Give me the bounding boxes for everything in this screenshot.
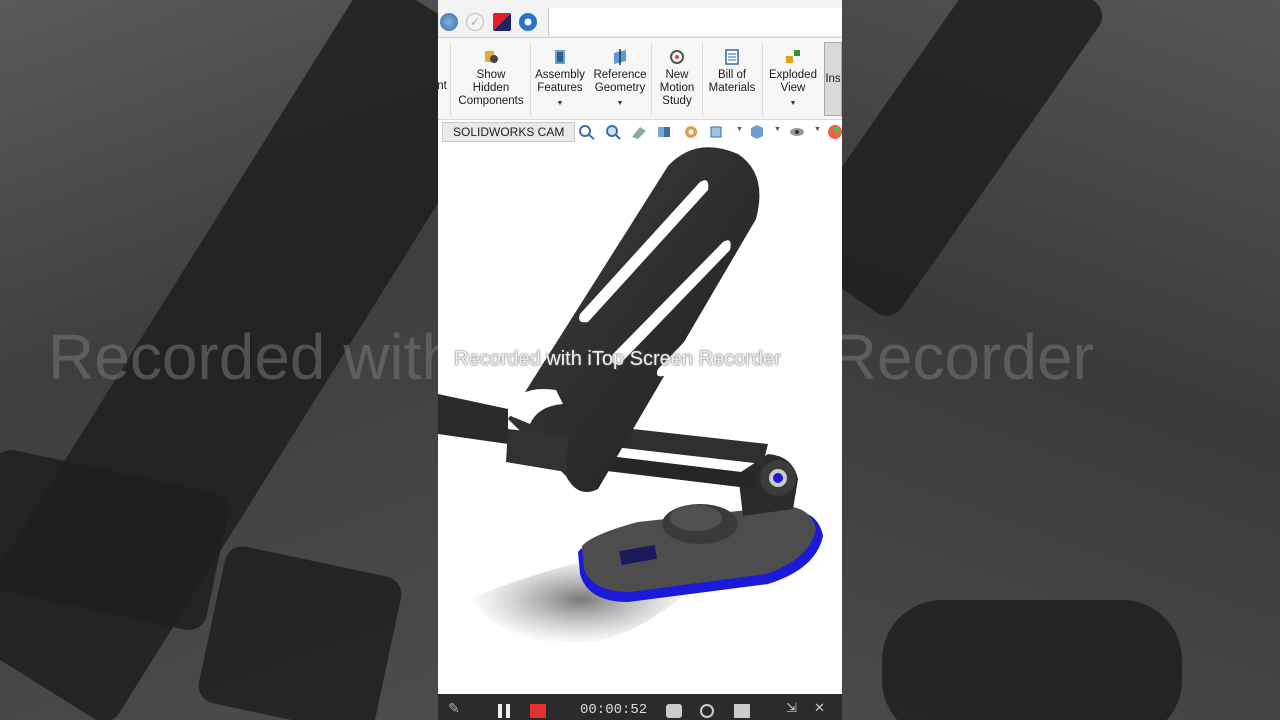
- chevron-down-icon[interactable]: ▼: [814, 126, 821, 133]
- reference-geometry-label-1: Reference: [593, 69, 647, 81]
- assembly-features-button[interactable]: Assembly Features ▼: [534, 42, 586, 116]
- pen-icon[interactable]: ✎: [448, 700, 460, 716]
- new-motion-study-button[interactable]: New Motion Study: [654, 42, 700, 116]
- recorder-control-bar: ✎ 00:00:52 ⇲ ✕: [438, 694, 842, 720]
- ribbon-partial-right-button[interactable]: Ins: [824, 42, 842, 116]
- appearance-icon[interactable]: [826, 124, 842, 140]
- bill-of-materials-button[interactable]: Bill of Materials: [706, 42, 758, 116]
- stop-icon[interactable]: [530, 704, 546, 718]
- previous-view-icon[interactable]: [630, 124, 648, 140]
- view-orientation-icon[interactable]: [708, 124, 726, 140]
- new-motion-study-label-3: Study: [662, 95, 692, 107]
- chevron-down-icon[interactable]: ▼: [774, 126, 781, 133]
- ribbon-separator: [450, 42, 451, 116]
- reference-geometry-label-2: Geometry: [594, 82, 646, 94]
- recorder-watermark: Recorded with iTop Screen Recorder: [454, 348, 781, 370]
- background-right-panel: Recorded with iTop Screen Recorder: [842, 0, 1280, 720]
- chevron-down-icon[interactable]: ▼: [736, 126, 743, 133]
- background-blur-shape: [882, 600, 1182, 720]
- zoom-to-fit-icon[interactable]: [578, 124, 596, 140]
- hinge-bolt-core: [773, 473, 783, 483]
- options-icon[interactable]: [519, 13, 537, 31]
- dynamic-annotation-icon[interactable]: [682, 124, 700, 140]
- check-icon[interactable]: ✓: [466, 13, 484, 31]
- pause-icon[interactable]: [506, 704, 510, 718]
- pause-icon[interactable]: [498, 704, 502, 718]
- ribbon-separator: [651, 42, 652, 116]
- hide-show-items-icon[interactable]: [788, 124, 806, 140]
- assembly-features-label-2: Features: [537, 82, 583, 94]
- show-hidden-label-2: Hidden: [472, 82, 510, 94]
- exploded-view-icon: [786, 50, 800, 63]
- recording-timer: 00:00:52: [580, 702, 648, 718]
- exploded-view-label-1: Exploded: [769, 69, 817, 81]
- bill-of-materials-icon: [725, 49, 739, 65]
- camera-icon[interactable]: [666, 704, 682, 718]
- ribbon-partial-left-label: nt: [438, 80, 447, 92]
- solidworks-window: ✓ nt Show Hidden Components Assembly Fea…: [438, 0, 842, 720]
- ribbon-separator: [530, 42, 531, 116]
- display-style-icon[interactable]: [748, 124, 766, 140]
- new-motion-study-label-2: Motion: [659, 82, 695, 94]
- tab-and-view-toolbar: SOLIDWORKS CAM ▼ ▼ ▼: [438, 120, 842, 144]
- search-icon[interactable]: [700, 704, 714, 718]
- show-hidden-components-button[interactable]: Show Hidden Components: [454, 42, 528, 116]
- front-lip-right: [506, 429, 568, 472]
- assembly-features-icon: [555, 50, 565, 64]
- new-motion-study-label-1: New: [665, 69, 689, 81]
- background-watermark: Recorded with iTop Screen Recorder: [48, 321, 438, 393]
- quick-access-toolbar: ✓: [438, 0, 842, 38]
- tab-solidworks-cam[interactable]: SOLIDWORKS CAM: [442, 122, 576, 142]
- motion-study-icon: [670, 50, 684, 64]
- reference-geometry-icon: [614, 49, 626, 65]
- zoom-to-area-icon[interactable]: [604, 124, 622, 140]
- chevron-down-icon: ▼: [789, 100, 797, 107]
- chevron-down-icon: ▼: [616, 100, 624, 107]
- exploded-view-label-2: View: [780, 82, 806, 94]
- background-blur-shape: [195, 543, 405, 720]
- ribbon-separator: [762, 42, 763, 116]
- menu-icon[interactable]: [734, 704, 750, 718]
- show-hidden-label-1: Show: [476, 69, 506, 81]
- ribbon-separator: [702, 42, 703, 116]
- background-watermark: Recorded with iTop Screen Recorder: [842, 321, 1094, 393]
- background-blur-shape: [842, 0, 1110, 323]
- graphics-area[interactable]: Recorded with iTop Screen Recorder: [438, 144, 842, 694]
- close-icon[interactable]: ✕: [814, 700, 825, 715]
- reference-geometry-button[interactable]: Reference Geometry ▼: [590, 42, 650, 116]
- chevron-down-icon: ▼: [556, 100, 564, 107]
- rebuild-icon[interactable]: [440, 13, 458, 31]
- front-lip-left: [438, 394, 508, 444]
- ribbon-partial-right-label: Ins: [825, 73, 841, 85]
- ribbon-partial-left[interactable]: nt: [438, 42, 447, 116]
- background-left-panel: Recorded with iTop Screen Recorder: [0, 0, 438, 720]
- phone-stand-model: [438, 147, 823, 645]
- bill-of-materials-label-1: Bill of: [717, 69, 747, 81]
- assembly-features-label-1: Assembly: [535, 69, 585, 81]
- exploded-view-button[interactable]: Exploded View ▼: [766, 42, 820, 116]
- minimize-icon[interactable]: ⇲: [786, 700, 797, 715]
- show-hidden-components-icon: [485, 51, 498, 63]
- search-field[interactable]: [548, 8, 842, 36]
- command-manager-ribbon: nt Show Hidden Components Assembly Featu…: [438, 38, 842, 120]
- section-view-icon[interactable]: [656, 124, 674, 140]
- file-properties-icon[interactable]: [493, 13, 511, 31]
- base-hub-cap: [670, 505, 722, 531]
- bill-of-materials-label-2: Materials: [708, 82, 756, 94]
- show-hidden-label-3: Components: [458, 95, 524, 107]
